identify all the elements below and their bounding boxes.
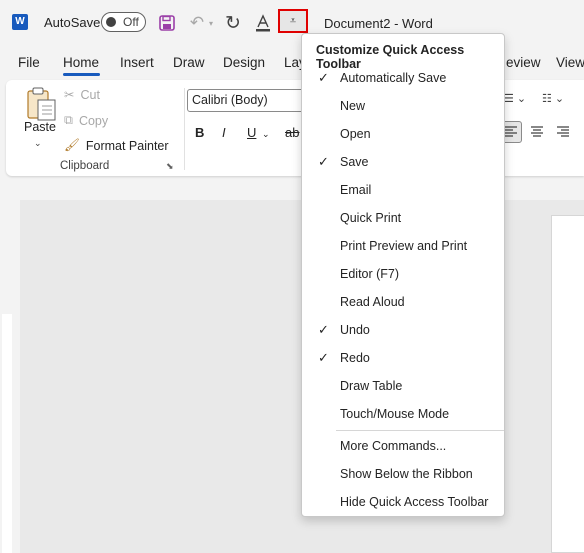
italic-button[interactable]: I [222,125,226,140]
menu-item-label: Print Preview and Print [340,239,468,253]
document-page[interactable] [551,215,584,553]
align-center-icon[interactable] [526,121,548,143]
autosave-state: Off [123,15,139,29]
toggle-knob [106,17,116,27]
cut-icon: ✂ [64,88,75,102]
menu-item-save[interactable]: ✓ Save [302,149,504,175]
tab-review[interactable]: eview [506,55,541,70]
cut-button[interactable]: ✂ Cut [64,87,100,103]
font-color-icon[interactable] [252,12,274,34]
paste-icon [27,87,56,121]
paste-chevron-icon[interactable]: ⌄ [34,138,42,149]
format-painter-button[interactable]: 🖌 Format Painter [64,138,169,153]
customize-dropdown-icon: ⩡ [289,14,297,27]
vertical-ruler[interactable] [0,198,14,553]
menu-item-new[interactable]: New [302,93,504,119]
autosave-label: AutoSave [44,15,101,30]
copy-icon: ⧉ [64,113,73,127]
paste-label[interactable]: Paste [24,120,56,134]
underline-button[interactable]: U [247,125,256,140]
undo-icon[interactable]: ↶ [186,12,208,34]
menu-item-undo[interactable]: ✓ Undo [302,317,504,343]
autosave-toggle[interactable]: Off [101,12,146,32]
menu-item-label: Read Aloud [340,295,405,309]
customize-quick-access-button[interactable]: ⩡ [278,9,308,33]
menu-item-draw-table[interactable]: Draw Table [302,373,504,399]
clipboard-launcher-icon[interactable]: ⬊ [166,161,174,172]
copy-button[interactable]: ⧉ Copy [64,113,108,128]
numbering-icon[interactable]: ☷ ⌄ [542,92,564,105]
format-painter-label: Format Painter [85,138,169,153]
copy-label: Copy [78,113,109,128]
menu-item-redo[interactable]: ✓ Redo [302,345,504,371]
menu-item-label: Automatically Save [340,71,447,85]
strikethrough-button[interactable]: ab [285,125,299,140]
menu-item-email[interactable]: Email [302,177,504,203]
menu-item-print-preview[interactable]: Print Preview and Print [302,233,504,259]
menu-divider [336,430,504,431]
menu-item-hide-toolbar[interactable]: Hide Quick Access Toolbar [302,489,504,515]
menu-item-quick-print[interactable]: Quick Print [302,205,504,231]
menu-item-label: Hide Quick Access Toolbar [340,495,489,509]
tab-draw[interactable]: Draw [173,55,205,70]
group-divider [184,88,185,170]
menu-item-read-aloud[interactable]: Read Aloud [302,289,504,315]
menu-item-label: More Commands... [340,439,447,453]
customize-quick-access-menu: Customize Quick Access Toolbar ✓ Automat… [301,33,505,517]
redo-icon[interactable]: ↻ [222,12,244,34]
menu-item-automatically-save[interactable]: ✓ Automatically Save [302,65,504,91]
tab-design[interactable]: Design [223,55,265,70]
tab-view[interactable]: View [556,55,584,70]
save-icon[interactable] [156,12,178,34]
check-icon: ✓ [318,154,329,169]
ruler-active-area [2,314,12,553]
menu-item-label: Touch/Mouse Mode [340,407,450,421]
active-tab-indicator [63,73,100,76]
menu-item-editor[interactable]: Editor (F7) [302,261,504,287]
check-icon: ✓ [318,322,329,337]
bold-button[interactable]: B [195,125,204,140]
menu-item-touch-mouse-mode[interactable]: Touch/Mouse Mode [302,401,504,427]
menu-item-label: Editor (F7) [340,267,400,281]
menu-item-label: Email [340,183,372,197]
menu-item-more-commands[interactable]: More Commands... [302,433,504,459]
menu-item-label: Show Below the Ribbon [340,467,473,481]
format-painter-icon: 🖌 [64,138,80,152]
menu-item-label: Redo [340,351,370,365]
check-icon: ✓ [318,350,329,365]
align-right-icon[interactable] [552,121,574,143]
check-icon: ✓ [318,70,329,85]
tab-insert[interactable]: Insert [120,55,154,70]
menu-item-open[interactable]: Open [302,121,504,147]
font-name-box[interactable]: Calibri (Body) [187,89,305,112]
menu-item-label: Undo [340,323,370,337]
menu-item-label: Quick Print [340,211,402,225]
document-title: Document2 - Word [324,16,433,31]
menu-item-label: Save [340,155,369,169]
underline-dropdown-icon[interactable]: ⌄ [262,129,270,140]
undo-dropdown-icon[interactable]: ▾ [206,12,216,34]
word-logo-icon: W [12,14,28,30]
menu-item-label: Open [340,127,371,141]
cut-label: Cut [80,87,100,102]
tab-file[interactable]: File [18,55,40,70]
clipboard-group-label: Clipboard [60,160,110,172]
bullets-icon[interactable]: ☰ ⌄ [504,92,526,105]
tab-home[interactable]: Home [63,55,99,70]
menu-item-label: New [340,99,366,113]
menu-item-show-below-ribbon[interactable]: Show Below the Ribbon [302,461,504,487]
menu-item-label: Draw Table [340,379,403,393]
